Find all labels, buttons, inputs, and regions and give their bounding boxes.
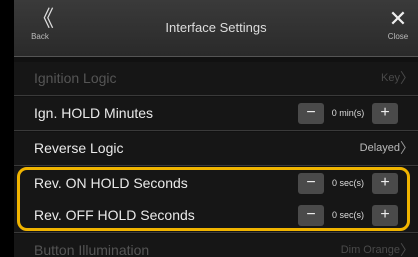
- row-rev-off-hold-seconds: Rev. OFF HOLD Seconds − 0 sec(s) +: [14, 199, 418, 233]
- row-reverse-logic[interactable]: Reverse Logic Delayed 〉: [14, 132, 418, 166]
- stepper-value: 0 sec(s): [331, 210, 364, 220]
- chevron-right-icon: 〉: [400, 140, 414, 156]
- row-rev-on-hold-seconds: Rev. ON HOLD Seconds − 0 sec(s) +: [14, 167, 418, 201]
- decrement-button[interactable]: −: [298, 103, 324, 124]
- settings-screen: Interface Settings 《 Back ✕ Close Igniti…: [14, 0, 418, 257]
- decrement-button[interactable]: −: [298, 173, 324, 194]
- increment-button[interactable]: +: [372, 103, 398, 124]
- close-icon: ✕: [388, 6, 408, 31]
- decrement-button[interactable]: −: [298, 205, 324, 226]
- row-label: Rev. OFF HOLD Seconds: [34, 207, 195, 223]
- chevron-right-icon: 〉: [400, 242, 414, 257]
- increment-button[interactable]: +: [372, 205, 398, 226]
- row-button-illumination[interactable]: Button Illumination Dim Orange 〉: [14, 234, 418, 257]
- row-label: Button Illumination: [34, 242, 150, 257]
- increment-button[interactable]: +: [372, 173, 398, 194]
- close-button[interactable]: ✕ Close: [380, 6, 416, 52]
- row-value: Key: [381, 72, 400, 84]
- row-label: Reverse Logic: [34, 140, 124, 156]
- back-chevron-icon: 《: [31, 6, 54, 31]
- row-ign-hold-minutes: Ign. HOLD Minutes − 0 min(s) +: [14, 97, 418, 131]
- header-bar: Interface Settings 《 Back ✕ Close: [14, 0, 418, 57]
- stepper-value: 0 sec(s): [331, 178, 364, 188]
- row-value: Dim Orange: [340, 244, 400, 256]
- row-ignition-logic[interactable]: Ignition Logic Key 〉: [14, 62, 418, 96]
- page-title: Interface Settings: [165, 20, 267, 35]
- row-label: Rev. ON HOLD Seconds: [34, 175, 188, 191]
- back-label: Back: [31, 32, 49, 41]
- close-label: Close: [387, 32, 409, 41]
- back-button[interactable]: 《 Back: [20, 6, 60, 52]
- chevron-right-icon: 〉: [400, 70, 414, 86]
- stepper-value: 0 min(s): [331, 108, 365, 118]
- row-label: Ignition Logic: [34, 70, 117, 86]
- row-label: Ign. HOLD Minutes: [34, 105, 154, 121]
- row-value: Delayed: [359, 142, 400, 154]
